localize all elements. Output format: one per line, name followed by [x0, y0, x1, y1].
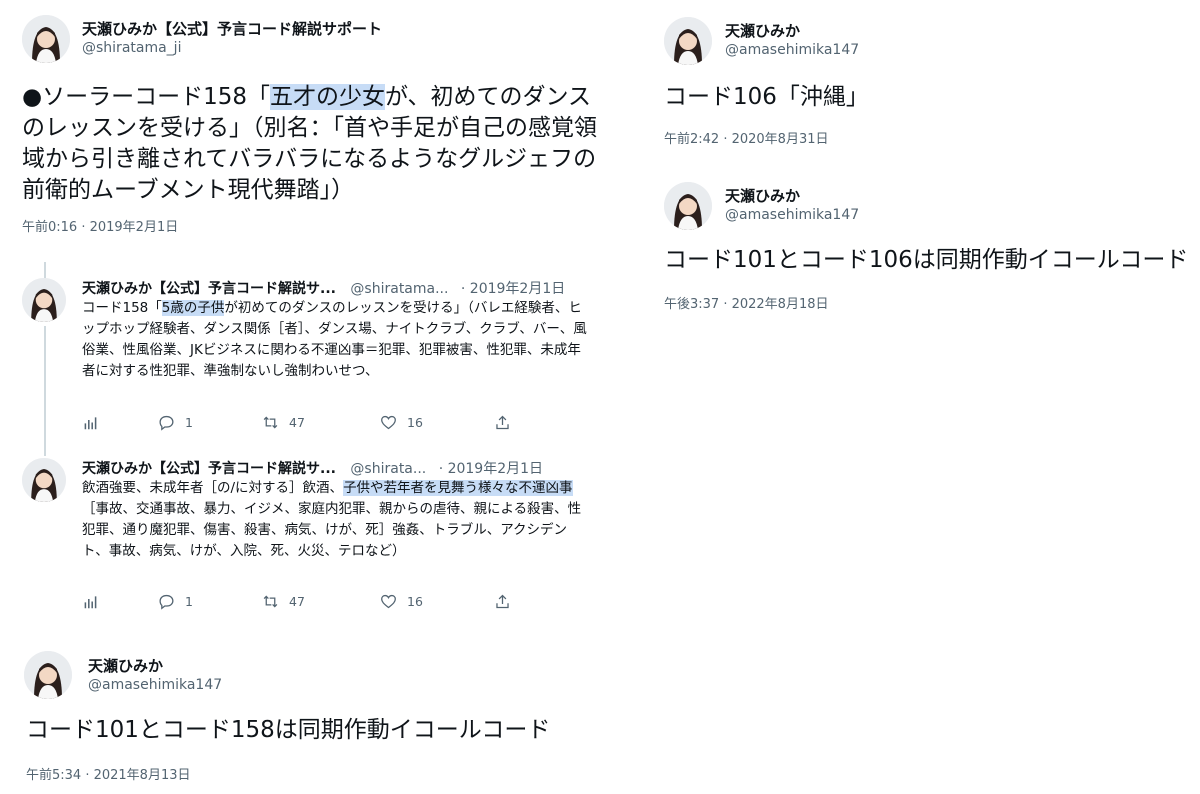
reply-text-pre: 飲酒強要、未成年者［の/に対する］飲酒、	[82, 480, 344, 496]
tweet-text: コード101とコード158は同期作動イコールコード	[26, 717, 551, 743]
reply-header: 天瀬ひみか【公式】予言コード解説サ... @shiratama... · 201…	[82, 278, 565, 298]
like-button[interactable]: 16	[380, 593, 423, 610]
author-name[interactable]: 天瀬ひみか	[88, 655, 163, 676]
tweet-text: コード101とコード106は同期作動イコールコード	[664, 247, 1189, 273]
like-count: 16	[407, 415, 423, 430]
highlighted-text: 五才の少女	[269, 84, 385, 110]
retweet-count: 47	[289, 594, 305, 609]
author-name[interactable]: 天瀬ひみか【公式】予言コード解説サ...	[82, 281, 336, 297]
reply-date[interactable]: · 2019年2月1日	[439, 461, 543, 477]
avatar[interactable]	[22, 458, 66, 502]
reply-text: コード158「5歳の子供が初めてのダンスのレッスンを受ける」（バレエ経験者、ヒッ…	[82, 298, 592, 382]
share-button[interactable]	[494, 593, 521, 610]
highlighted-text: 子供や若年者を見舞う様々な不運凶事	[343, 480, 573, 496]
avatar[interactable]	[664, 17, 712, 65]
reply-icon	[159, 415, 174, 431]
like-icon	[381, 594, 396, 609]
avatar[interactable]	[664, 182, 712, 230]
like-button[interactable]: 16	[380, 414, 423, 431]
analytics-icon	[84, 417, 97, 430]
author-handle[interactable]: @amasehimika147	[725, 42, 859, 58]
reply-text-post: ［事故、交通事故、暴力、イジメ、家庭内犯罪、親からの虐待、親による殺害、性犯罪、…	[82, 501, 582, 559]
retweet-button[interactable]: 47	[262, 593, 305, 610]
analytics-button[interactable]	[82, 414, 109, 431]
reply-button[interactable]: 1	[158, 414, 193, 431]
author-name[interactable]: 天瀬ひみか【公式】予言コード解説サポート	[82, 18, 382, 39]
timestamp[interactable]: 午前5:34 · 2021年8月13日	[26, 764, 191, 783]
reply-count: 1	[185, 594, 193, 609]
avatar[interactable]	[22, 15, 70, 63]
tweet-text: コード106「沖縄」	[664, 84, 869, 110]
author-name[interactable]: 天瀬ひみか【公式】予言コード解説サ...	[82, 461, 336, 477]
timestamp[interactable]: 午後3:37 · 2022年8月18日	[664, 293, 829, 312]
like-icon	[381, 415, 396, 430]
timestamp[interactable]: 午前0:16 · 2019年2月1日	[22, 216, 178, 235]
retweet-icon	[263, 416, 278, 429]
author-name[interactable]: 天瀬ひみか	[725, 185, 800, 206]
analytics-button[interactable]	[82, 593, 109, 610]
author-name[interactable]: 天瀬ひみか	[725, 20, 800, 41]
highlighted-text: 5歳の子供	[161, 300, 225, 316]
author-handle[interactable]: @shirata...	[350, 461, 426, 477]
action-bar: 1 47 16	[82, 414, 522, 434]
action-bar: 1 47 16	[82, 593, 522, 613]
retweet-button[interactable]: 47	[262, 414, 305, 431]
share-icon	[496, 594, 509, 609]
reply-count: 1	[185, 415, 193, 430]
retweet-count: 47	[289, 415, 305, 430]
reply-text-pre: コード158「	[82, 300, 162, 316]
share-icon	[496, 415, 509, 430]
timestamp[interactable]: 午前2:42 · 2020年8月31日	[664, 128, 829, 147]
reply-date[interactable]: · 2019年2月1日	[461, 281, 565, 297]
reply-header: 天瀬ひみか【公式】予言コード解説サ... @shirata... · 2019年…	[82, 458, 543, 478]
reply-text: 飲酒強要、未成年者［の/に対する］飲酒、子供や若年者を見舞う様々な不運凶事 ［事故…	[82, 478, 592, 562]
reply-button[interactable]: 1	[158, 593, 193, 610]
reply-icon	[159, 594, 174, 610]
tweet-text-pre: ●ソーラーコード158「	[22, 84, 270, 110]
author-handle[interactable]: @shiratama...	[350, 281, 448, 297]
avatar[interactable]	[22, 278, 66, 322]
thread-line	[44, 326, 46, 456]
share-button[interactable]	[494, 414, 521, 431]
like-count: 16	[407, 594, 423, 609]
avatar[interactable]	[24, 651, 72, 699]
author-handle[interactable]: @amasehimika147	[88, 677, 222, 693]
analytics-icon	[84, 596, 97, 609]
author-handle[interactable]: @amasehimika147	[725, 207, 859, 223]
tweet-text: ●ソーラーコード158「五才の少女が、初めてのダンスのレッスンを受ける」（別名：…	[22, 82, 602, 206]
retweet-icon	[263, 595, 278, 608]
author-handle[interactable]: @shiratama_ji	[82, 40, 181, 56]
